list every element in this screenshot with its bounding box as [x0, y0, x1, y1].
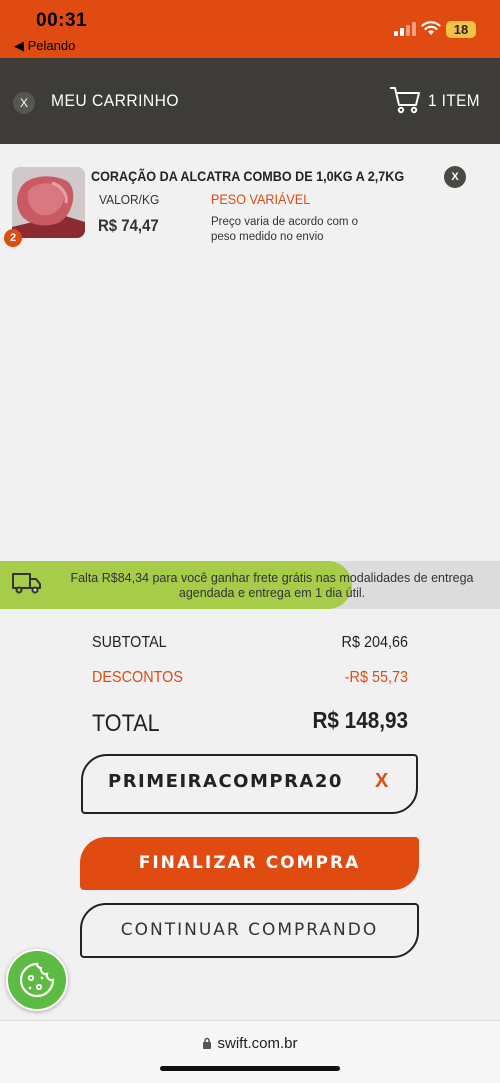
product-price: R$ 74,47: [98, 216, 159, 235]
total-value: R$ 148,93: [312, 707, 408, 733]
remove-item-button[interactable]: X: [444, 166, 466, 188]
url-text: swift.com.br: [217, 1035, 298, 1052]
checkout-button[interactable]: FINALIZAR COMPRA: [80, 837, 419, 890]
continue-shopping-button[interactable]: CONTINUAR COMPRANDO: [80, 903, 419, 958]
truck-icon: [12, 573, 41, 594]
wifi-icon: [421, 21, 441, 35]
url-bar[interactable]: swift.com.br: [0, 1035, 500, 1052]
price-per-kg-label: VALOR/KG: [99, 192, 160, 207]
variable-weight-label: PESO VARIÁVEL: [211, 191, 311, 207]
page-title: MEU CARRINHO: [51, 91, 180, 110]
variable-weight-note: Preço varia de acordo com o peso medido …: [211, 216, 359, 243]
signal-icon: [394, 22, 416, 36]
cart-item-count: 1 ITEM: [428, 91, 481, 110]
back-to-app-link[interactable]: ◀ Pelando: [14, 38, 75, 54]
coupon-code: PRIMEIRACOMPRA20: [108, 771, 343, 792]
lock-icon: [203, 1037, 212, 1049]
remove-coupon-button[interactable]: X: [375, 770, 388, 793]
subtotal-label: SUBTOTAL: [92, 634, 167, 651]
close-cart-button[interactable]: X: [13, 92, 35, 114]
cookie-settings-button[interactable]: [6, 949, 68, 1011]
status-time: 00:31: [36, 10, 88, 31]
discount-label: DESCONTOS: [92, 669, 183, 686]
free-shipping-text: Falta R$84,34 para você ganhar frete grá…: [70, 571, 474, 600]
product-image[interactable]: [12, 167, 85, 238]
product-name: CORAÇÃO DA ALCATRA COMBO DE 1,0KG A 2,7K…: [91, 168, 405, 184]
home-indicator: [160, 1066, 340, 1071]
cart-icon: [390, 87, 420, 114]
cookie-icon: [19, 962, 55, 998]
quantity-badge: 2: [4, 229, 22, 247]
total-label: TOTAL: [92, 710, 160, 737]
battery-icon: 18: [446, 21, 476, 38]
discount-value: -R$ 55,73: [344, 669, 408, 686]
subtotal-value: R$ 204,66: [341, 634, 408, 651]
